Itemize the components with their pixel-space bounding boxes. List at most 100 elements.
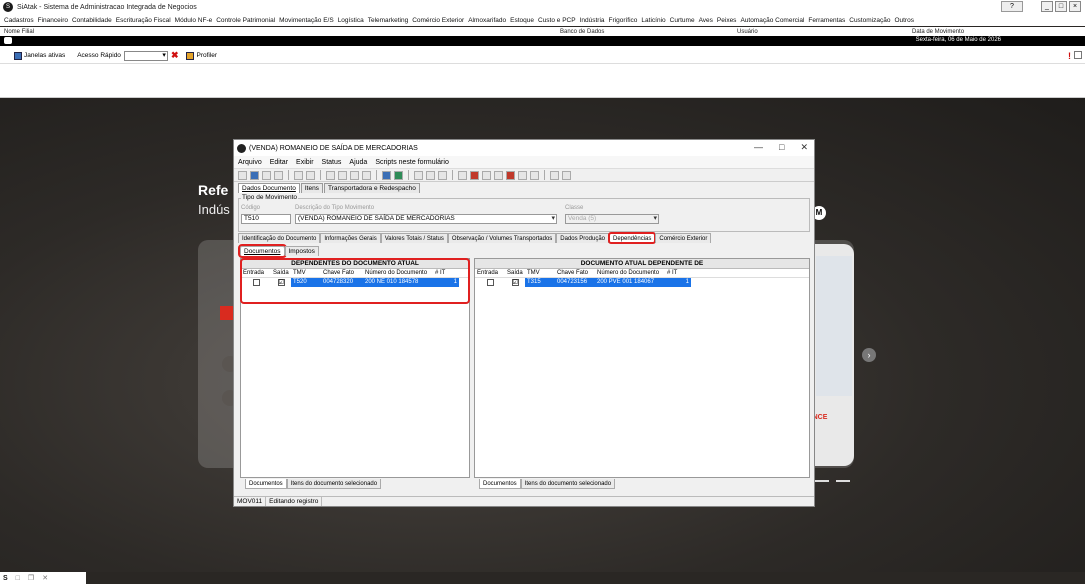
- block-icon[interactable]: [506, 170, 515, 180]
- col-tmv[interactable]: TMV: [525, 269, 555, 277]
- print-icon[interactable]: [414, 170, 423, 180]
- email-icon[interactable]: [438, 170, 447, 180]
- dialog-minimize-button[interactable]: —: [754, 142, 763, 153]
- col-it[interactable]: # IT: [665, 269, 685, 277]
- footer-tab-documentos[interactable]: Documentos: [479, 479, 521, 489]
- report-icon[interactable]: [470, 170, 479, 180]
- banner-next-arrow-icon[interactable]: ›: [862, 348, 876, 362]
- cut-icon[interactable]: [326, 170, 335, 180]
- carousel-indicator[interactable]: [836, 480, 850, 482]
- dialog-menu-item[interactable]: Exibir: [296, 159, 314, 166]
- chart-icon[interactable]: [482, 170, 491, 180]
- tab-itens[interactable]: Itens: [300, 183, 323, 193]
- tab-impostos[interactable]: Impostos: [284, 246, 319, 256]
- clear-icon[interactable]: ✖: [171, 50, 179, 61]
- subtab-dependencias[interactable]: Dependências: [607, 232, 657, 244]
- record-icon[interactable]: [562, 170, 571, 180]
- minimized-window[interactable]: S □ ❐ ✕: [0, 572, 86, 584]
- close-button[interactable]: ×: [1069, 1, 1081, 12]
- dialog-close-button[interactable]: ✕: [800, 142, 808, 153]
- close-icon[interactable]: ✕: [42, 574, 48, 582]
- menu-item[interactable]: Estoque: [510, 17, 534, 24]
- dialog-maximize-button[interactable]: □: [779, 142, 784, 153]
- alert-icon[interactable]: !: [1068, 51, 1071, 61]
- saida-checkbox[interactable]: ☑: [511, 279, 519, 286]
- menu-item[interactable]: Custo e PCP: [538, 17, 576, 24]
- copy-icon[interactable]: [338, 170, 347, 180]
- delete-icon[interactable]: [262, 170, 271, 180]
- calc-icon[interactable]: [458, 170, 467, 180]
- menu-item[interactable]: Escrituração Fiscal: [116, 17, 171, 24]
- menu-item[interactable]: Comércio Exterior: [412, 17, 464, 24]
- monitor-icon[interactable]: [550, 170, 559, 180]
- tab-transportadora[interactable]: Transportadora e Redespacho: [323, 183, 420, 193]
- menu-item[interactable]: Contabilidade: [72, 17, 112, 24]
- maximize-icon[interactable]: ❐: [28, 574, 34, 582]
- footer-tab-itens[interactable]: Itens do documento selecionado: [520, 479, 616, 489]
- subtab-observacao[interactable]: Observação / Volumes Transportados: [447, 233, 557, 243]
- restore-icon[interactable]: □: [16, 575, 20, 582]
- dialog-menu-item[interactable]: Status: [322, 159, 342, 166]
- menu-item[interactable]: Laticínio: [641, 17, 665, 24]
- dialog-menu-item[interactable]: Ajuda: [349, 159, 367, 166]
- menu-item[interactable]: Frigorífico: [609, 17, 638, 24]
- maximize-button[interactable]: □: [1055, 1, 1067, 12]
- search-icon[interactable]: [294, 170, 303, 180]
- menu-item[interactable]: Módulo NF-e: [175, 17, 213, 24]
- menu-item[interactable]: Automação Comercial: [740, 17, 804, 24]
- menu-item[interactable]: Telemarketing: [368, 17, 408, 24]
- menu-item[interactable]: Peixes: [717, 17, 737, 24]
- col-numero-documento[interactable]: Número do Documento: [595, 269, 665, 277]
- menu-item[interactable]: Curtume: [670, 17, 695, 24]
- dialog-menu-item[interactable]: Arquivo: [238, 159, 262, 166]
- menu-item[interactable]: Financeiro: [38, 17, 68, 24]
- col-saida[interactable]: Saída: [505, 269, 525, 277]
- menu-item[interactable]: Almoxarifado: [468, 17, 506, 24]
- entrada-checkbox[interactable]: [486, 279, 494, 286]
- menu-item[interactable]: Outros: [894, 17, 914, 24]
- menu-item[interactable]: Movimentação E/S: [279, 17, 334, 24]
- subtab-valores-totais[interactable]: Valores Totais / Status: [380, 233, 448, 243]
- table-row[interactable]: ☑ T315 004723156 200 PVE 001 184067 1: [475, 278, 809, 287]
- menu-item[interactable]: Customização: [849, 17, 890, 24]
- col-entrada[interactable]: Entrada: [475, 269, 505, 277]
- tab-documentos[interactable]: Documentos: [238, 244, 287, 258]
- new-icon[interactable]: [238, 170, 247, 180]
- lock-icon[interactable]: [518, 170, 527, 180]
- minimize-button[interactable]: _: [1041, 1, 1053, 12]
- menu-item[interactable]: Aves: [699, 17, 713, 24]
- descricao-select[interactable]: (VENDA) ROMANEIO DE SAÍDA DE MERCADORIAS: [295, 214, 557, 224]
- undo-icon[interactable]: [274, 170, 283, 180]
- attach-icon[interactable]: [494, 170, 503, 180]
- notes-icon[interactable]: [1074, 51, 1082, 59]
- janelas-ativas-button[interactable]: Janelas ativas: [14, 51, 65, 60]
- paste-icon[interactable]: [350, 170, 359, 180]
- subtab-comercio-exterior[interactable]: Comércio Exterior: [655, 233, 712, 243]
- dialog-menu-item[interactable]: Editar: [270, 159, 288, 166]
- export-icon[interactable]: [394, 170, 403, 180]
- menu-item[interactable]: Logística: [338, 17, 364, 24]
- help-button[interactable]: ?: [1001, 1, 1023, 12]
- col-chave-fato[interactable]: Chave Fato: [555, 269, 595, 277]
- dialog-menu-item[interactable]: Scripts neste formulário: [375, 159, 449, 166]
- profiler-button[interactable]: Profiler: [186, 51, 217, 60]
- carousel-indicator[interactable]: [815, 480, 829, 482]
- footer-tab-itens[interactable]: Itens do documento selecionado: [286, 479, 382, 489]
- acesso-rapido-select[interactable]: [123, 50, 168, 61]
- print-preview-icon[interactable]: [426, 170, 435, 180]
- codigo-field[interactable]: T510: [241, 214, 291, 224]
- subtab-informacoes-gerais[interactable]: Informações Gerais: [320, 233, 381, 243]
- help-icon[interactable]: [382, 170, 391, 180]
- subtab-dados-producao[interactable]: Dados Produção: [556, 233, 609, 243]
- document-icon[interactable]: [362, 170, 371, 180]
- menu-item[interactable]: Ferramentas: [808, 17, 845, 24]
- subtab-identificacao[interactable]: Identificação do Documento: [238, 233, 321, 243]
- footer-tab-documentos[interactable]: Documentos: [245, 479, 287, 489]
- menu-item[interactable]: Controle Patrimonial: [216, 17, 275, 24]
- menu-item[interactable]: Cadastros: [4, 17, 34, 24]
- filter-icon[interactable]: [306, 170, 315, 180]
- menu-item[interactable]: Indústria: [580, 17, 605, 24]
- tab-dados-documento[interactable]: Dados Documento: [238, 183, 300, 193]
- save-icon[interactable]: [250, 170, 259, 180]
- info-icon[interactable]: [530, 170, 539, 180]
